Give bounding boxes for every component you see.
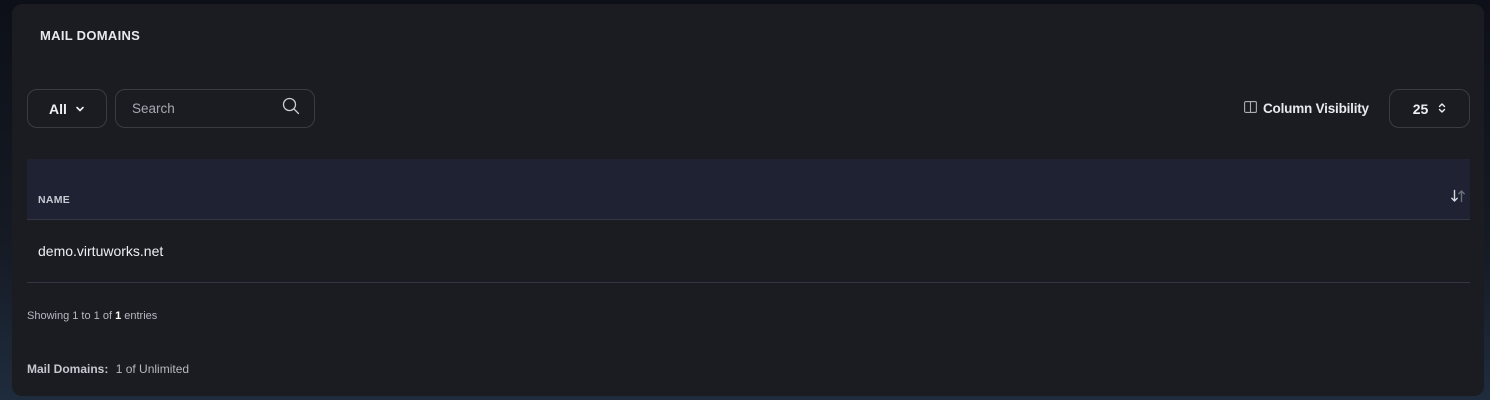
column-header-name[interactable]: NAME (38, 194, 70, 206)
mail-domains-card: MAIL DOMAINS All Column Visibility 25 NA… (12, 4, 1484, 396)
columns-icon (1244, 100, 1257, 116)
table-row: demo.virtuworks.net (27, 220, 1470, 283)
card-title: MAIL DOMAINS (40, 28, 141, 43)
filter-dropdown[interactable]: All (27, 89, 107, 128)
page-size-select[interactable]: 25 (1389, 89, 1470, 128)
column-visibility-label: Column Visibility (1263, 100, 1369, 116)
chevron-updown-icon (1438, 101, 1446, 117)
sort-arrows-icon[interactable] (1450, 189, 1466, 208)
mail-domains-quota: Mail Domains: 1 of Unlimited (27, 362, 189, 376)
entries-summary-suffix: entries (124, 310, 158, 322)
domain-name-cell[interactable]: demo.virtuworks.net (38, 243, 163, 259)
filter-label: All (49, 100, 67, 117)
search-icon[interactable] (282, 97, 300, 120)
column-visibility-button[interactable]: Column Visibility (1244, 98, 1369, 118)
search-box[interactable] (115, 89, 315, 128)
quota-label: Mail Domains: (27, 362, 109, 376)
quota-value: 1 of Unlimited (115, 362, 190, 376)
page-size-value: 25 (1412, 100, 1429, 117)
table-header: NAME (27, 159, 1470, 220)
entries-summary: Showing 1 to 1 of 1 entries (27, 310, 157, 322)
chevron-down-icon (75, 101, 85, 117)
entries-summary-prefix: Showing 1 to 1 of (27, 310, 113, 322)
search-input[interactable] (132, 101, 272, 116)
entries-total: 1 (115, 310, 122, 322)
